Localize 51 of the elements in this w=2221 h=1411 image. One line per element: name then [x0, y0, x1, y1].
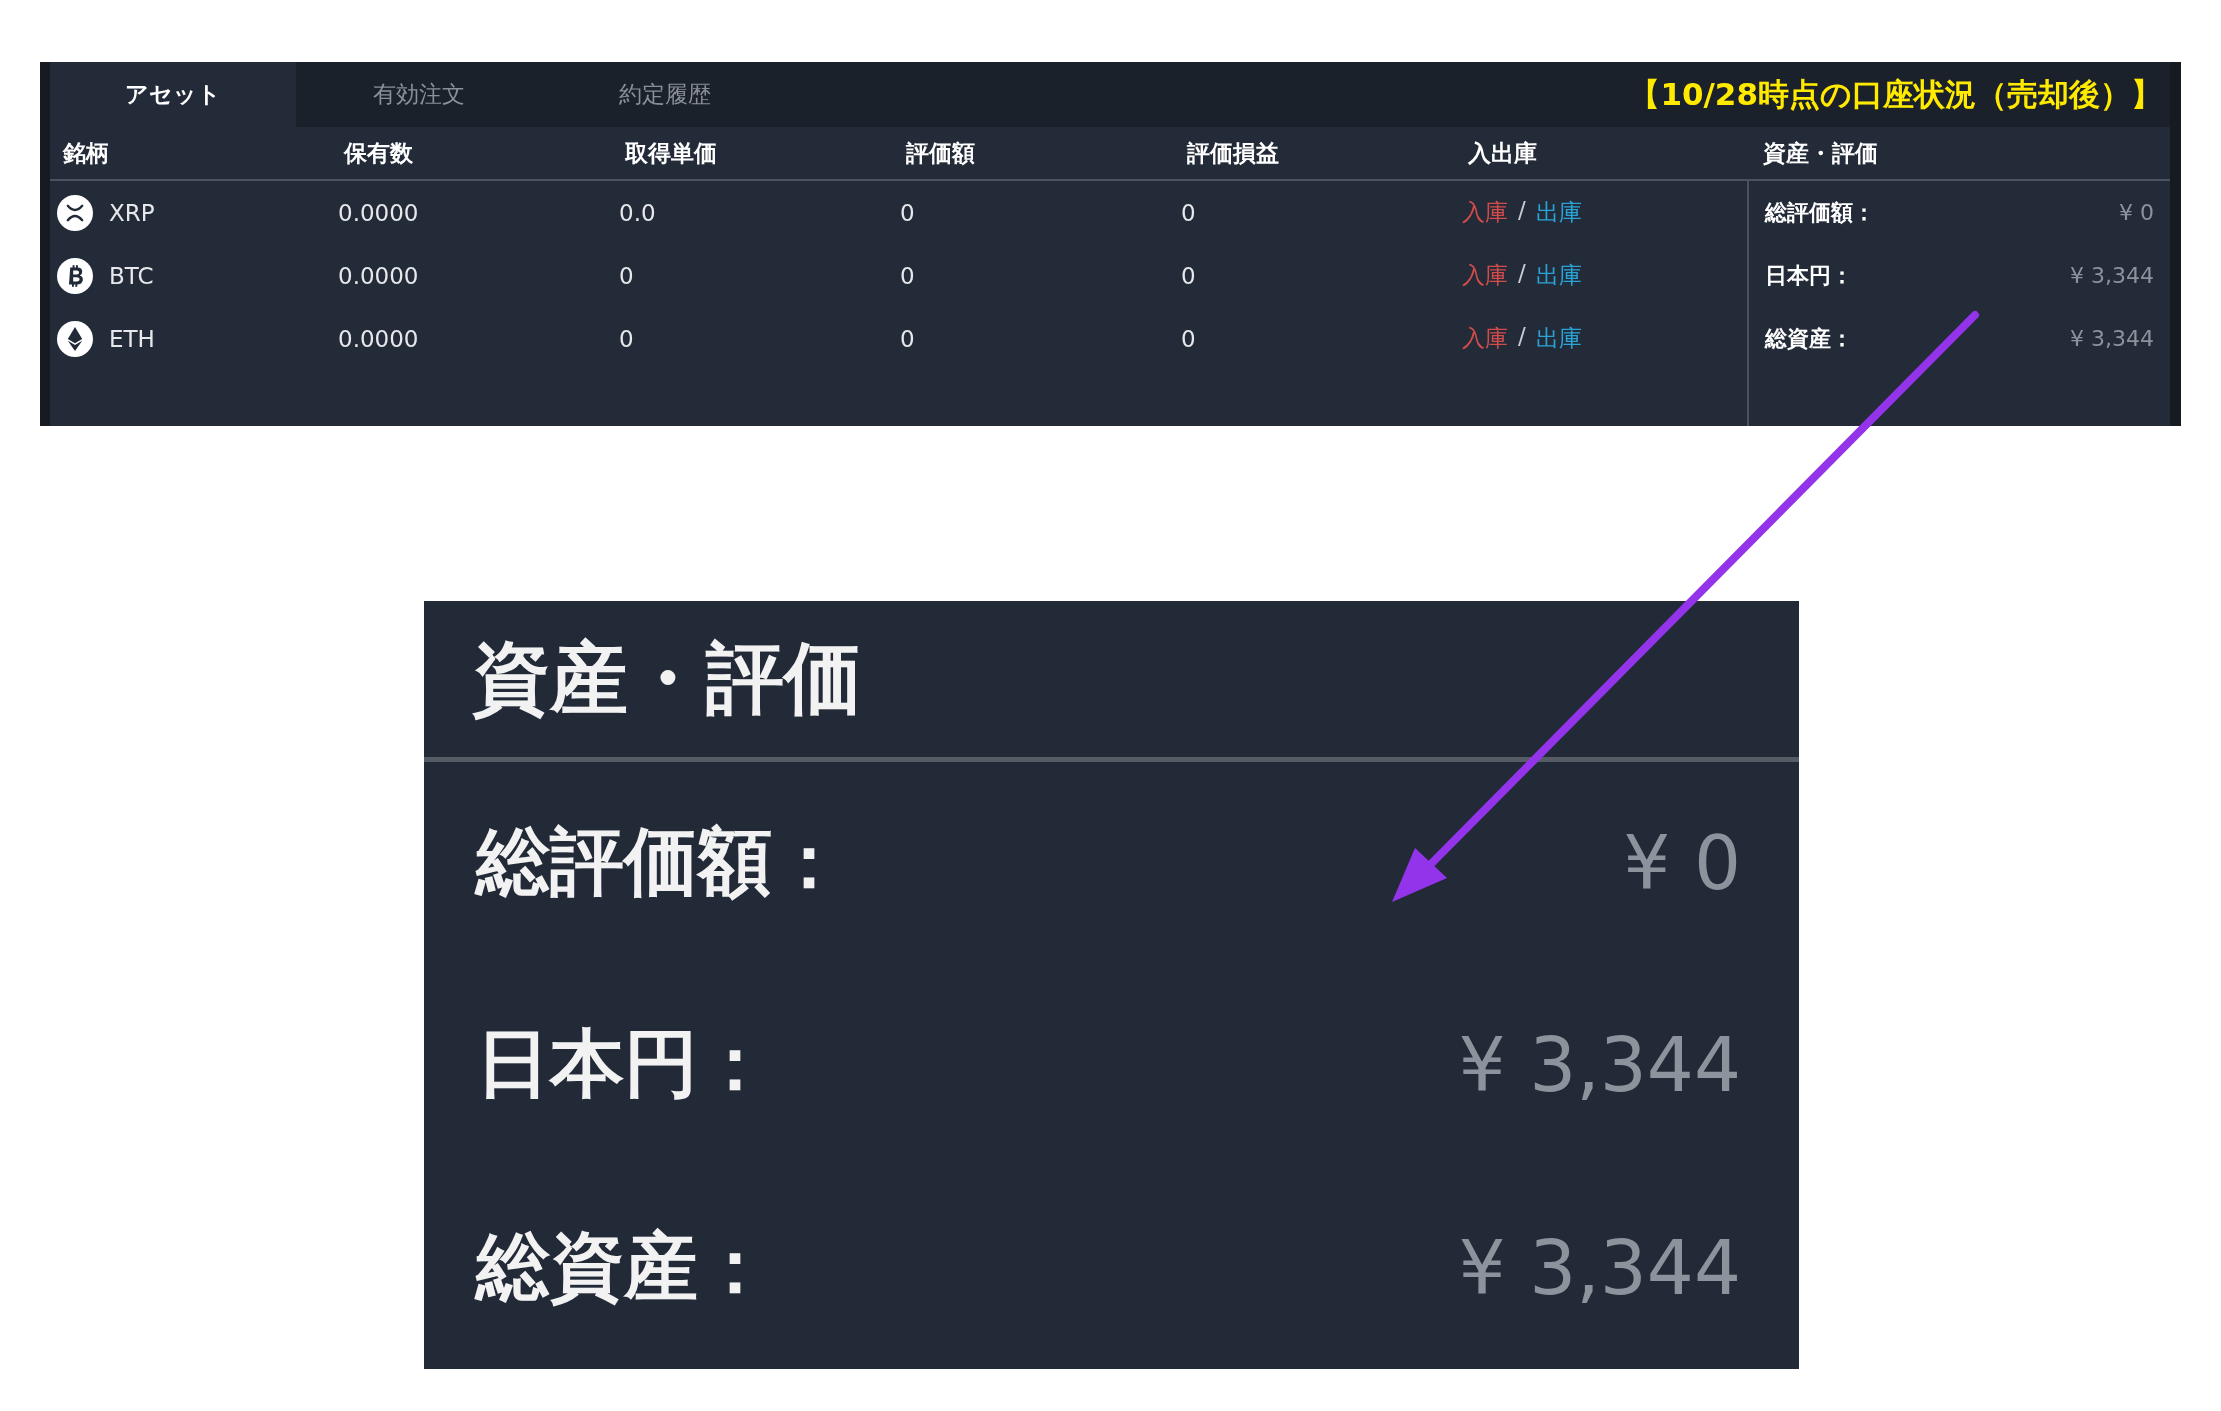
summary-label: 日本円：	[1765, 261, 1853, 290]
table-cell-text: 0.0000	[338, 262, 420, 289]
inset-label: 総評価額：	[476, 817, 846, 907]
inset-label: 日本円：	[476, 1019, 772, 1109]
table-cell-text: 0	[900, 262, 916, 289]
column-header: 取得単価	[625, 138, 718, 168]
summary-label: 総評価額：	[1765, 198, 1875, 227]
inset-value: ¥ 0	[1623, 820, 1741, 907]
column-header: 評価損益	[1187, 138, 1280, 168]
xrp-icon	[57, 194, 93, 231]
table-cell-text: 0.0000	[338, 325, 420, 352]
summary-label: 総資産：	[1765, 324, 1853, 353]
column-header: 保有数	[344, 138, 414, 168]
table-cell-text: 0	[900, 199, 916, 226]
tab[interactable]: 有効注文	[296, 62, 542, 127]
summary-value: ¥ 3,344	[2070, 326, 2154, 351]
column-header: 入出庫	[1468, 138, 1538, 168]
separator: /	[1518, 197, 1526, 225]
withdraw-link[interactable]: 出庫	[1535, 260, 1582, 291]
inset-title: 資産・評価	[472, 631, 862, 725]
column-header: 資産・評価	[1763, 138, 1878, 168]
ethereum-icon	[57, 320, 93, 357]
separator: /	[1518, 260, 1526, 288]
inset-value: ¥ 3,344	[1458, 1224, 1741, 1311]
coin-name: ETH	[109, 325, 155, 352]
table-cell-text: 0.0000	[338, 199, 420, 226]
table-cell-text: 0	[1181, 262, 1197, 289]
separator: /	[1518, 323, 1526, 351]
summary-value: ¥ 0	[2119, 200, 2154, 225]
column-header: 銘柄	[63, 138, 110, 168]
coin-name: BTC	[109, 262, 154, 289]
table-cell-text: 0	[619, 262, 635, 289]
coin-name: XRP	[109, 199, 155, 226]
inset-label: 総資産：	[476, 1221, 772, 1311]
table-cell-text: 0	[619, 325, 635, 352]
inset-value: ¥ 3,344	[1458, 1022, 1741, 1109]
tab[interactable]: アセット	[50, 62, 296, 127]
tab[interactable]: 約定履歴	[542, 62, 788, 127]
table-cell-text: 0	[1181, 325, 1197, 352]
bitcoin-icon	[57, 257, 93, 294]
deposit-link[interactable]: 入庫	[1462, 197, 1508, 228]
table-cell-text: 0	[900, 325, 916, 352]
caption: 【10/28時点の口座状況（売却後）】	[1629, 74, 2163, 114]
withdraw-link[interactable]: 出庫	[1535, 323, 1582, 354]
table-cell-text: 0.0	[619, 199, 657, 226]
deposit-link[interactable]: 入庫	[1462, 323, 1508, 354]
withdraw-link[interactable]: 出庫	[1535, 197, 1582, 228]
summary-value: ¥ 3,344	[2070, 263, 2154, 288]
column-header: 評価額	[906, 138, 976, 168]
table-cell-text: 0	[1181, 199, 1197, 226]
deposit-link[interactable]: 入庫	[1462, 260, 1508, 291]
